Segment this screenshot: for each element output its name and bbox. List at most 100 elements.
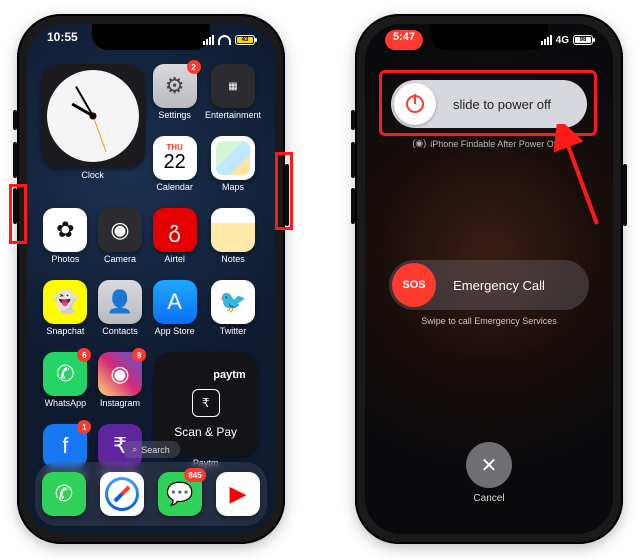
status-bar: 5:47 4G 98 (365, 30, 613, 50)
app-airtel[interactable]: გ Airtel (150, 208, 199, 276)
findable-label: iPhone Findable After Power Off (430, 139, 558, 149)
home-grid: Clock ⚙︎2 Settings ▦ Entertainment THU 2… (41, 64, 261, 442)
whatsapp-icon: ✆6 (43, 352, 87, 396)
notes-icon (211, 208, 255, 252)
airtel-icon: გ (153, 208, 197, 252)
find-my-icon: (◉) (412, 138, 426, 149)
signal-icon (541, 35, 552, 45)
power-icon (406, 95, 424, 113)
signal-icon (203, 35, 214, 45)
app-photos[interactable]: ✿ Photos (41, 208, 90, 276)
app-ytmusic[interactable]: ▶ (216, 472, 260, 516)
contacts-icon: 👤 (98, 280, 142, 324)
safari-icon (105, 477, 139, 511)
app-label: Twitter (220, 326, 247, 336)
search-label: Search (141, 445, 170, 455)
close-icon: ✕ (466, 442, 512, 488)
app-label: Settings (158, 110, 191, 120)
emergency-sublabel: Swipe to call Emergency Services (365, 316, 613, 326)
dock: ✆ 💬845 ▶ (35, 462, 267, 526)
app-phone[interactable]: ✆ (42, 472, 86, 516)
iphone-right: 5:47 4G 98 slide to power off (◉) iPhone… (355, 14, 623, 544)
findable-link[interactable]: (◉) iPhone Findable After Power Off › (412, 138, 565, 149)
app-instagram[interactable]: ◉9 Instagram (96, 352, 145, 420)
app-whatsapp[interactable]: ✆6 WhatsApp (41, 352, 90, 420)
app-label: Maps (222, 182, 244, 192)
app-calendar[interactable]: THU 22 Calendar (150, 136, 199, 204)
app-label: Airtel (164, 254, 185, 264)
app-snapchat[interactable]: 👻 Snapchat (41, 280, 90, 348)
app-label: WhatsApp (45, 398, 87, 408)
instagram-icon: ◉9 (98, 352, 142, 396)
calendar-day: 22 (164, 152, 186, 172)
app-messages[interactable]: 💬845 (158, 472, 202, 516)
app-maps[interactable]: Maps (205, 136, 261, 204)
chevron-right-icon: › (563, 139, 566, 149)
snapchat-icon: 👻 (43, 280, 87, 324)
annotation-side-box (275, 152, 293, 230)
widget-clock[interactable]: Clock (41, 64, 144, 204)
camera-icon: ◉ (98, 208, 142, 252)
power-off-slider[interactable]: slide to power off (391, 80, 587, 128)
volume-up-button[interactable] (13, 142, 17, 178)
sos-knob[interactable]: SOS (392, 263, 436, 307)
battery-icon: 43 (235, 35, 255, 45)
app-contacts[interactable]: 👤 Contacts (96, 280, 145, 348)
paytm-action: Scan & Pay (174, 425, 237, 439)
badge: 2 (187, 60, 201, 74)
volume-up-button[interactable] (351, 142, 355, 178)
battery-level: 43 (237, 37, 253, 43)
volume-down-button[interactable] (13, 188, 17, 224)
clock-face (47, 70, 139, 162)
wifi-icon (218, 35, 231, 45)
spotlight-search[interactable]: ⌕ Search (122, 441, 180, 458)
widget-clock-label: Clock (81, 170, 104, 180)
app-label: Camera (104, 254, 136, 264)
app-label: App Store (155, 326, 195, 336)
app-settings[interactable]: ⚙︎2 Settings (150, 64, 199, 132)
status-time-pill: 5:47 (385, 30, 423, 50)
app-label: Photos (51, 254, 79, 264)
folder-icon: ▦ (211, 64, 255, 108)
app-label: Entertainment (205, 110, 261, 120)
status-time: 10:55 (47, 30, 78, 50)
cancel-button[interactable]: ✕ Cancel (466, 442, 512, 504)
twitter-icon: 🐦 (211, 280, 255, 324)
home-screen: 10:55 43 Clock (27, 24, 275, 534)
battery-icon: 98 (573, 35, 593, 45)
app-notes[interactable]: Notes (205, 208, 261, 276)
power-off-label: slide to power off (439, 97, 587, 112)
qr-icon: ₹ (192, 389, 220, 417)
badge: 845 (184, 468, 206, 482)
app-appstore[interactable]: A App Store (150, 280, 199, 348)
app-label: Snapchat (46, 326, 84, 336)
paytm-brand: paytm (213, 369, 245, 381)
appstore-icon: A (153, 280, 197, 324)
app-camera[interactable]: ◉ Camera (96, 208, 145, 276)
app-entertainment[interactable]: ▦ Entertainment (205, 64, 261, 132)
annotation-volume-box (9, 184, 27, 244)
gear-icon: ⚙︎2 (153, 64, 197, 108)
maps-icon (211, 136, 255, 180)
mute-switch[interactable] (351, 110, 355, 130)
emergency-slider[interactable]: SOS Emergency Call (389, 260, 589, 310)
iphone-left: 10:55 43 Clock (17, 14, 285, 544)
battery-level: 98 (575, 37, 591, 43)
app-label: Notes (221, 254, 245, 264)
app-twitter[interactable]: 🐦 Twitter (205, 280, 261, 348)
network-label: 4G (556, 35, 569, 46)
power-off-knob[interactable] (394, 83, 436, 125)
emergency-label: Emergency Call (439, 278, 589, 293)
app-safari[interactable] (100, 472, 144, 516)
side-button[interactable] (623, 164, 627, 226)
badge: 9 (132, 348, 146, 362)
app-label: Contacts (102, 326, 138, 336)
volume-down-button[interactable] (351, 188, 355, 224)
badge: 6 (77, 348, 91, 362)
side-button[interactable] (285, 164, 289, 226)
badge: 1 (77, 420, 91, 434)
app-label: Calendar (156, 182, 193, 192)
mute-switch[interactable] (13, 110, 17, 130)
app-label: Instagram (100, 398, 140, 408)
sos-text: SOS (402, 279, 425, 291)
